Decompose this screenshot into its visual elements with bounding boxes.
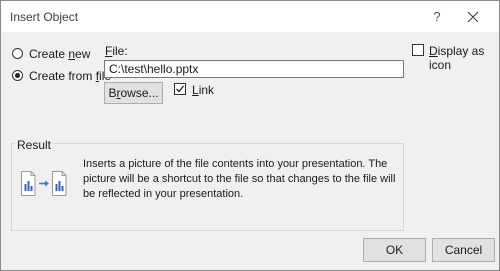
close-button[interactable] [463, 7, 483, 27]
display-as-icon-checkbox[interactable] [412, 44, 424, 56]
create-new-label[interactable]: Create new [29, 47, 90, 61]
insert-object-dialog: Insert Object ? Create new Create from f… [0, 0, 500, 271]
create-from-file-radio[interactable] [12, 70, 23, 81]
create-new-radio[interactable] [12, 48, 23, 59]
close-icon [467, 11, 479, 23]
link-checkbox[interactable] [174, 83, 186, 95]
cancel-button[interactable]: Cancel [432, 238, 495, 262]
dialog-title: Insert Object [10, 10, 79, 24]
checkmark-icon [176, 85, 185, 93]
help-button[interactable]: ? [427, 7, 447, 27]
file-path-input[interactable] [104, 60, 404, 78]
display-as-icon-label[interactable]: Display as icon [429, 44, 499, 72]
link-label[interactable]: Link [192, 83, 214, 97]
result-description: Inserts a picture of the file contents i… [83, 158, 396, 200]
result-title: Result [15, 138, 54, 152]
create-from-file-label[interactable]: Create from file [29, 69, 111, 83]
title-bar: Insert Object ? [1, 1, 499, 32]
ok-button[interactable]: OK [363, 238, 426, 262]
linked-file-icon [21, 171, 71, 200]
browse-button[interactable]: Browse... [104, 82, 163, 104]
file-label: File: [105, 44, 128, 58]
